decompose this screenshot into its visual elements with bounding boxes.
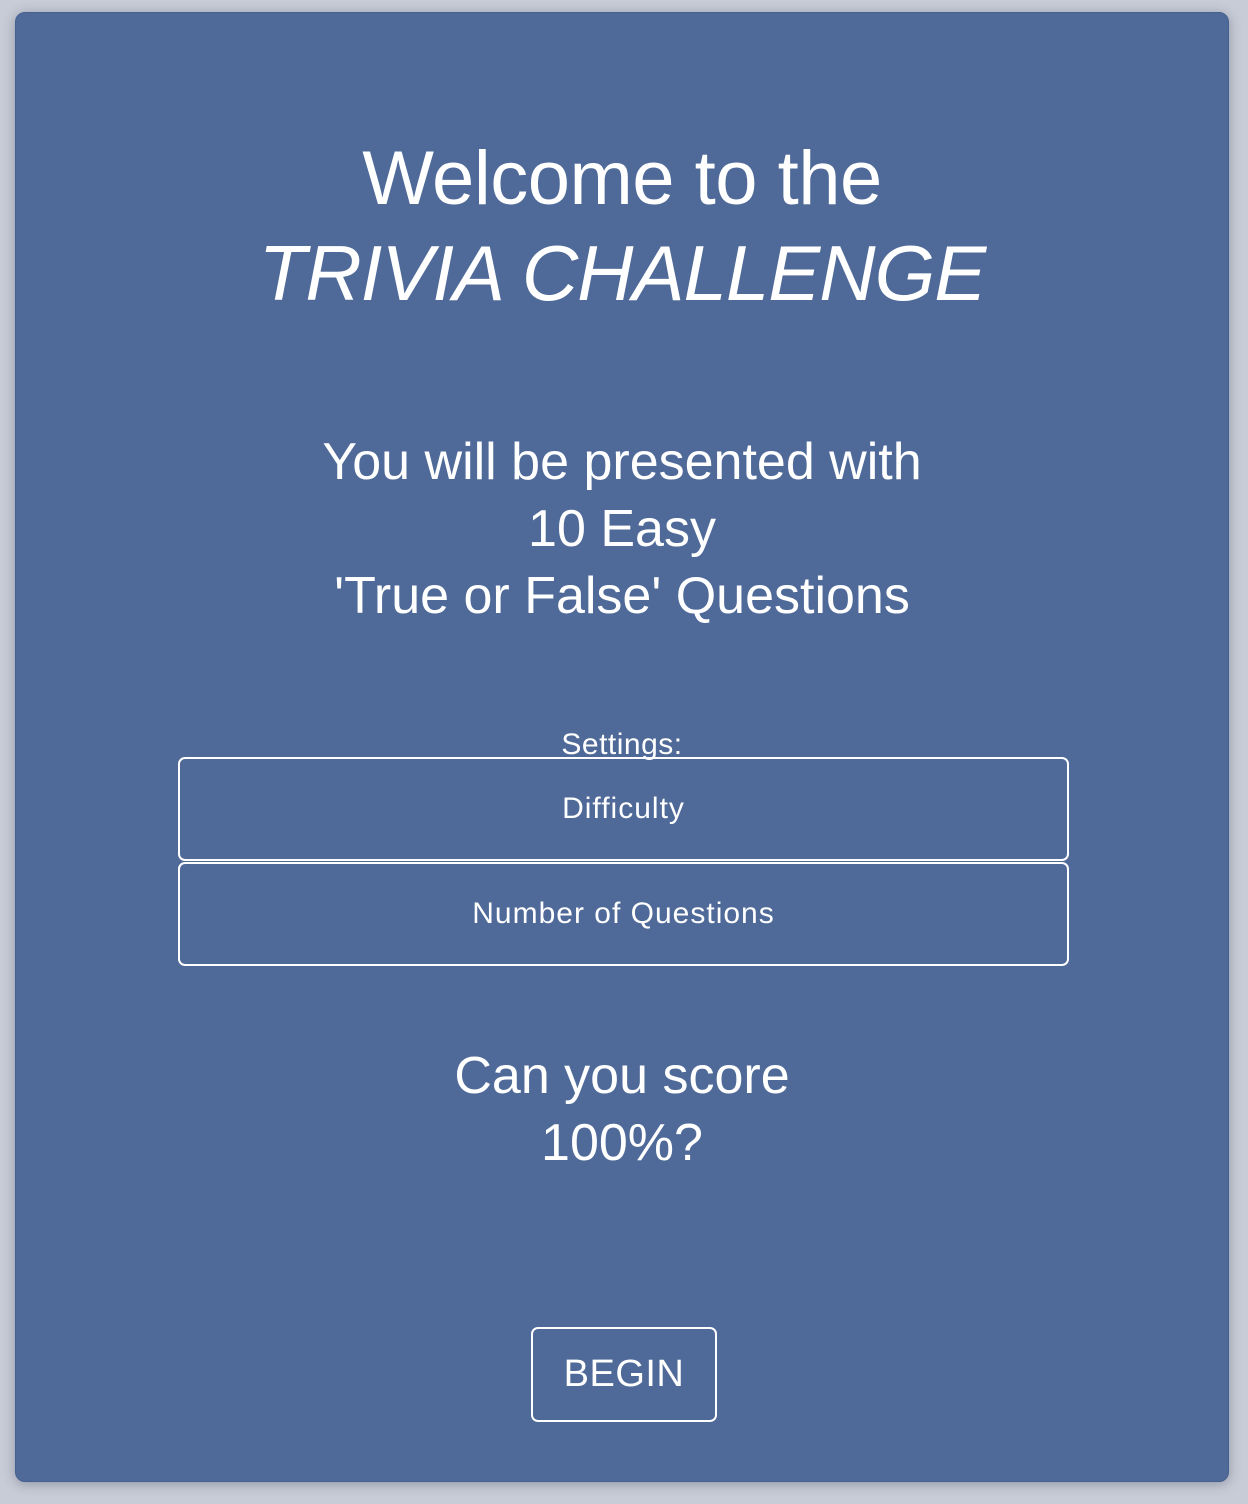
- challenge-text-line-1: Can you score: [454, 1047, 790, 1105]
- intro-text-line-2: 10 Easy: [528, 500, 716, 558]
- intro-text-line-1: You will be presented with: [322, 433, 922, 491]
- welcome-title: Welcome to the: [362, 136, 882, 221]
- intro-text-line-3: 'True or False' Questions: [334, 567, 910, 625]
- challenge-text-line-2: 100%?: [541, 1114, 703, 1172]
- number-of-questions-button[interactable]: Number of Questions: [178, 862, 1069, 966]
- begin-button[interactable]: BEGIN: [531, 1327, 717, 1422]
- game-title: TRIVIA CHALLENGE: [258, 229, 987, 317]
- difficulty-button[interactable]: Difficulty: [178, 757, 1069, 861]
- welcome-card: Welcome to the TRIVIA CHALLENGE You will…: [15, 12, 1229, 1482]
